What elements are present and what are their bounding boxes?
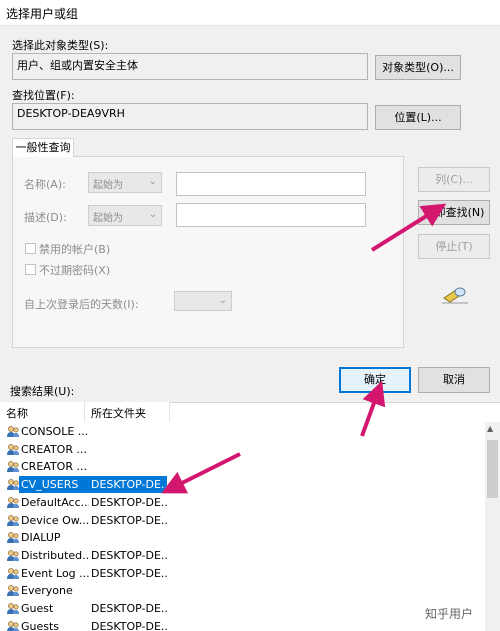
window-title: 选择用户或组	[6, 7, 79, 21]
columns-button[interactable]: 列(C)...	[418, 167, 490, 192]
chevron-down-icon: ⌄	[218, 295, 227, 306]
list-item-name: DefaultAcc...	[21, 495, 89, 509]
chevron-down-icon: ⌄	[148, 209, 157, 220]
list-item-folder	[89, 529, 167, 546]
list-item-folder: DESKTOP-DE...	[91, 495, 167, 509]
list-item-name: Everyone	[21, 584, 73, 598]
list-item[interactable]: Device Ow... DESKTOP-DE...	[4, 512, 484, 529]
user-group-icon	[7, 585, 19, 597]
list-item-name: Guest	[21, 602, 54, 615]
days-since-logon-combo[interactable]: ⌄	[174, 291, 232, 311]
name-input[interactable]	[176, 172, 366, 196]
name-match-value: 起始为	[93, 180, 123, 191]
list-item-name: DIALUP	[21, 531, 61, 545]
name-label: 名称(A):	[24, 178, 66, 191]
list-item-name: Event Log ...	[21, 566, 89, 580]
disabled-accounts-checkbox[interactable]	[25, 243, 36, 254]
list-item[interactable]: Everyone	[4, 582, 484, 599]
list-item-folder	[89, 441, 167, 458]
object-type-field: 用户、组或内置安全主体	[12, 53, 368, 80]
list-item-name: CREATOR ...	[21, 442, 87, 456]
list-item-name: CREATOR ...	[21, 460, 87, 474]
user-group-icon	[7, 496, 19, 508]
scroll-up-icon[interactable]: ▲	[487, 424, 493, 433]
chevron-down-icon: ⌄	[148, 176, 157, 187]
list-item[interactable]: CREATOR ...	[4, 458, 484, 475]
list-item[interactable]: Distributed... DESKTOP-DE...	[4, 547, 484, 564]
object-types-button[interactable]: 对象类型(O)...	[375, 55, 461, 80]
list-item[interactable]: CREATOR ...	[4, 441, 484, 458]
column-header-name[interactable]: 名称	[0, 402, 85, 422]
user-group-icon	[7, 479, 19, 491]
location-field: DESKTOP-DEA9VRH	[12, 103, 368, 130]
find-now-button[interactable]: 立即查找(N)	[418, 200, 490, 225]
list-item-name: CONSOLE ...	[21, 425, 89, 438]
list-item[interactable]: DefaultAcc... DESKTOP-DE...	[4, 494, 484, 511]
cancel-button[interactable]: 取消	[418, 367, 490, 393]
user-group-icon	[7, 514, 19, 526]
user-group-icon	[7, 567, 19, 579]
user-group-icon	[7, 549, 19, 561]
list-item[interactable]: Guest DESKTOP-DE...	[4, 600, 484, 617]
days-since-logon-label: 自上次登录后的天数(I):	[24, 298, 139, 311]
select-users-dialog: 选择用户或组 选择此对象类型(S): 用户、组或内置安全主体 对象类型(O)..…	[0, 0, 500, 631]
list-item-folder	[89, 458, 167, 475]
list-item-folder	[89, 423, 167, 440]
list-item-name: Guests	[21, 619, 60, 631]
list-item-name: Device Ow...	[21, 513, 89, 527]
search-results-label: 搜索结果(U):	[10, 385, 75, 398]
name-match-combo[interactable]: 起始为 ⌄	[88, 172, 162, 193]
locations-button[interactable]: 位置(L)...	[375, 105, 461, 130]
description-input[interactable]	[176, 203, 366, 227]
list-item[interactable]: DIALUP	[4, 529, 484, 546]
tab-general-query[interactable]: 一般性查询	[12, 138, 74, 157]
list-item-folder: DESKTOP-DE...	[91, 566, 167, 580]
list-item[interactable]: Event Log ... DESKTOP-DE...	[4, 565, 484, 582]
list-item[interactable]: CV_USERS DESKTOP-DE...	[4, 476, 484, 494]
non-expiring-password-label: 不过期密码(X)	[39, 264, 111, 277]
watermark: 知乎用户	[423, 605, 476, 622]
non-expiring-password-checkbox[interactable]	[25, 264, 36, 275]
user-group-icon	[7, 620, 19, 631]
search-flashlight-icon	[442, 287, 468, 304]
list-item-folder	[89, 582, 167, 599]
location-label: 查找位置(F):	[12, 89, 75, 102]
list-item-folder: DESKTOP-DE...	[91, 548, 167, 562]
ok-button[interactable]: 确定	[339, 367, 411, 393]
description-match-combo[interactable]: 起始为 ⌄	[88, 205, 162, 226]
list-item-folder: DESKTOP-DE...	[89, 476, 167, 494]
user-group-icon	[7, 443, 19, 455]
description-label: 描述(D):	[24, 211, 67, 224]
scrollbar-thumb[interactable]	[487, 440, 498, 498]
list-item-name: Distributed...	[21, 548, 89, 562]
list-item[interactable]: Guests DESKTOP-DE...	[4, 618, 484, 631]
object-type-label: 选择此对象类型(S):	[12, 39, 109, 52]
disabled-accounts-label: 禁用的帐户(B)	[39, 243, 111, 256]
list-item-folder: DESKTOP-DE...	[91, 619, 167, 631]
user-group-icon	[7, 532, 19, 544]
list-item-name: CV_USERS	[19, 476, 89, 494]
column-header-folder[interactable]: 所在文件夹	[85, 402, 170, 422]
list-item-folder: DESKTOP-DE...	[91, 513, 167, 527]
list-item[interactable]: CONSOLE ...	[4, 423, 484, 440]
description-match-value: 起始为	[93, 213, 123, 224]
stop-button[interactable]: 停止(T)	[418, 234, 490, 259]
user-group-icon	[7, 603, 19, 614]
user-group-icon	[7, 426, 19, 437]
list-item-folder: DESKTOP-DE...	[91, 602, 167, 615]
user-group-icon	[7, 461, 19, 473]
title-bar: 选择用户或组	[0, 0, 500, 26]
